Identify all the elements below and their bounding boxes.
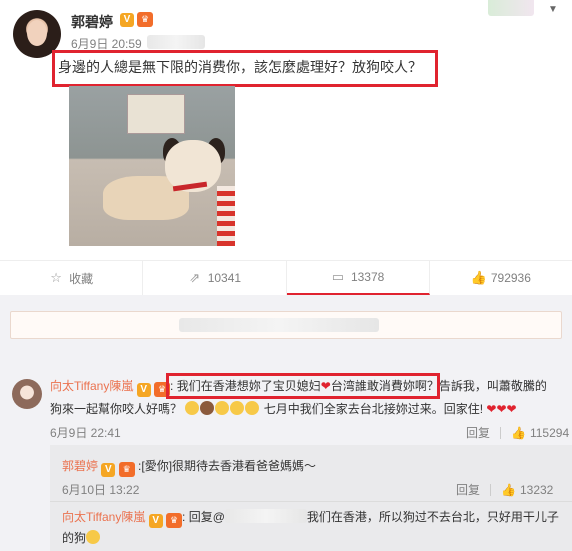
repost-icon: ⇗	[189, 270, 201, 285]
thumbs-up-icon: 👍	[470, 270, 488, 285]
repost-button[interactable]: ⇗ 10341	[143, 261, 287, 295]
reply-line-2b: 的狗	[62, 529, 101, 546]
reply-button[interactable]: 回复	[466, 424, 490, 441]
comment-input[interactable]	[10, 311, 562, 339]
verified-badge-icon: V	[136, 383, 151, 397]
reply-author-name[interactable]: 郭碧婷	[62, 459, 98, 473]
reply-button[interactable]: 回复	[456, 481, 480, 498]
star-icon: ☆	[50, 270, 62, 285]
verified-badge-icon: V	[120, 13, 134, 27]
commenter-avatar[interactable]	[12, 379, 42, 409]
emoji-icon	[185, 401, 200, 415]
replies-container: 郭碧婷 V ♛ :[愛你]很期待去香港看爸爸媽媽～ 6月10日 13:22 回复…	[50, 445, 572, 551]
post-text: 身邊的人總是無下限的消费你，該怎麼處理好？放狗咬人？	[58, 59, 422, 75]
laugh-emoji-icon	[230, 401, 245, 415]
comment-count: 13378	[350, 270, 385, 284]
member-crown-icon: ♛	[118, 462, 135, 477]
blurred-placeholder	[179, 318, 379, 332]
reply-line-2: 向太Tiffany陳嵐 V ♛: 回复@ 我们在香港，所以狗过不去台北，只好用干儿…	[62, 507, 559, 528]
header-thumbnail	[488, 0, 534, 16]
repost-count: 10341	[207, 271, 242, 285]
favorite-button[interactable]: ☆ 收藏	[0, 261, 144, 295]
comment-section: 向太Tiffany陳嵐 V ♛: 我们在香港想妳了宝贝媳妇❤台湾誰敢消費妳啊？告…	[0, 295, 572, 551]
reply-text-prefix: : 回复@	[182, 510, 225, 524]
comment-text-line2: 狗來一起幫你咬人好嗎？	[50, 402, 183, 416]
comment-icon: ▭	[331, 269, 345, 284]
comment-actions: 回复 👍 115294	[466, 424, 569, 441]
post-image[interactable]	[69, 86, 235, 246]
laugh-emoji-icon	[86, 530, 101, 544]
reply-like-count: 13232	[519, 482, 554, 497]
member-crown-icon: ♛	[166, 513, 183, 528]
thumbs-up-icon[interactable]: 👍	[511, 426, 526, 440]
chevron-down-icon[interactable]: ▼	[548, 4, 558, 15]
like-button[interactable]: 👍 792936	[430, 261, 572, 295]
verified-badge-icon: V	[101, 463, 116, 477]
comment-button[interactable]: ▭ 13378	[286, 261, 430, 295]
comment-text-line2b: 七月中我们全家去台北接妳过来。回家住!	[263, 402, 484, 416]
dog-emoji-icon	[200, 401, 215, 415]
favorite-label: 收藏	[69, 271, 94, 286]
reply-author-name[interactable]: 向太Tiffany陳嵐	[62, 510, 145, 524]
laugh-emoji-icon	[245, 401, 260, 415]
comment-line-2: 狗來一起幫你咬人好嗎？ 七月中我们全家去台北接妳过来。回家住! ❤❤❤	[50, 400, 517, 417]
reply-text: :[愛你]很期待去香港看爸爸媽媽～	[138, 459, 317, 473]
thumbs-up-icon[interactable]: 👍	[501, 483, 516, 497]
highlight-box-comment	[166, 373, 440, 399]
like-count: 792936	[490, 271, 531, 285]
laugh-emoji-icon	[215, 401, 230, 415]
post-author-name[interactable]: 郭碧婷	[71, 12, 113, 32]
reply-actions: 回复 👍 13232	[456, 481, 553, 498]
commenter-name[interactable]: 向太Tiffany陳嵐	[50, 379, 133, 393]
blurred-source	[147, 35, 205, 49]
comment-timestamp: 6月9日 22:41	[50, 426, 121, 440]
comment-like-count: 115294	[529, 425, 570, 440]
reply-timestamp: 6月10日 13:22	[62, 483, 140, 497]
verified-badge-icon: V	[148, 514, 163, 528]
heart-icon: ❤❤❤	[486, 402, 517, 416]
member-crown-icon: ♛	[137, 12, 153, 27]
post-action-bar: ☆ 收藏 ⇗ 10341 ▭ 13378 👍 792936	[0, 260, 572, 295]
reply-line-1: 郭碧婷 V ♛ :[愛你]很期待去香港看爸爸媽媽～	[62, 457, 317, 477]
reply-text-line2: 的狗	[62, 531, 87, 545]
reply-text-suffix: 我们在香港，所以狗过不去台北，只好用干儿子	[306, 510, 559, 524]
blurred-username	[224, 509, 307, 523]
